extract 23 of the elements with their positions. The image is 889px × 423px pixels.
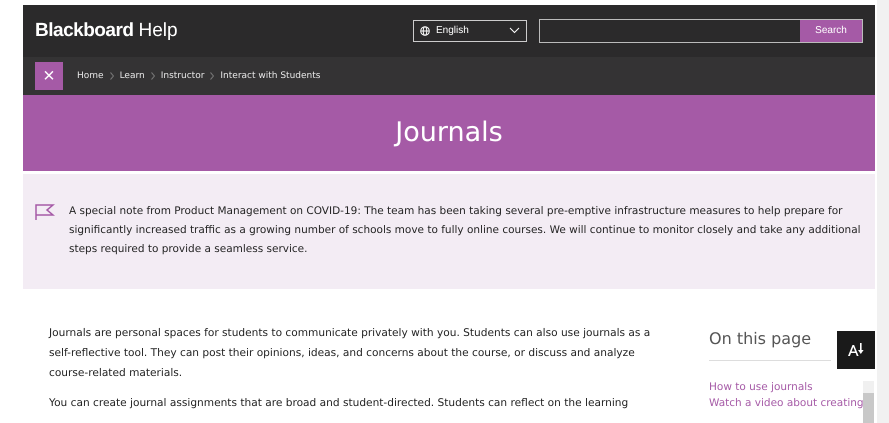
paragraph: You can create journal assignments that are broad and student-directed. Students can reflect on the learning bbox=[49, 396, 630, 411]
breadcrumb-link[interactable]: Instructor bbox=[160, 70, 204, 81]
notice-text: A special note from Product Management on COVID-19: The team has been taking several pre-emptive infrastructure measures to help prepare for significantly increased traffic as a growing number of schools move to fully online courses. We will continue to monitor closely and take any additional steps required to provide a seamless service. bbox=[69, 204, 861, 258]
chevron-right-icon bbox=[150, 72, 155, 80]
sidebar-title: On this page bbox=[709, 328, 831, 361]
paragraph: Journals are personal spaces for students to communicate privately with you. Students can also use journals as a self-reflective tool. They can post their opinions, ideas, and concerns about the course, or discuss and analyze course-related materials. bbox=[49, 326, 652, 381]
breadcrumb-link[interactable]: Learn bbox=[120, 70, 145, 81]
breadcrumb-link[interactable]: Home bbox=[77, 70, 104, 81]
chevron-right-icon bbox=[210, 72, 214, 80]
language-select[interactable]: English bbox=[413, 20, 527, 42]
sidebar-link[interactable]: How to use journals bbox=[709, 380, 875, 393]
text-size-icon bbox=[848, 343, 864, 356]
scrollbar[interactable] bbox=[863, 380, 874, 421]
page-title: Journals bbox=[395, 117, 503, 148]
close-button[interactable]: × bbox=[35, 62, 63, 90]
globe-icon bbox=[420, 26, 430, 36]
sidebar-link[interactable]: Watch a video about creating bbox=[709, 396, 875, 409]
chevron-down-icon bbox=[509, 27, 520, 34]
chevron-right-icon bbox=[110, 72, 114, 80]
text-size-button[interactable] bbox=[837, 330, 875, 369]
site-logo[interactable]: Blackboard Help bbox=[35, 20, 178, 42]
flag-icon bbox=[35, 204, 55, 220]
breadcrumb-link[interactable]: Interact with Students bbox=[220, 70, 320, 81]
